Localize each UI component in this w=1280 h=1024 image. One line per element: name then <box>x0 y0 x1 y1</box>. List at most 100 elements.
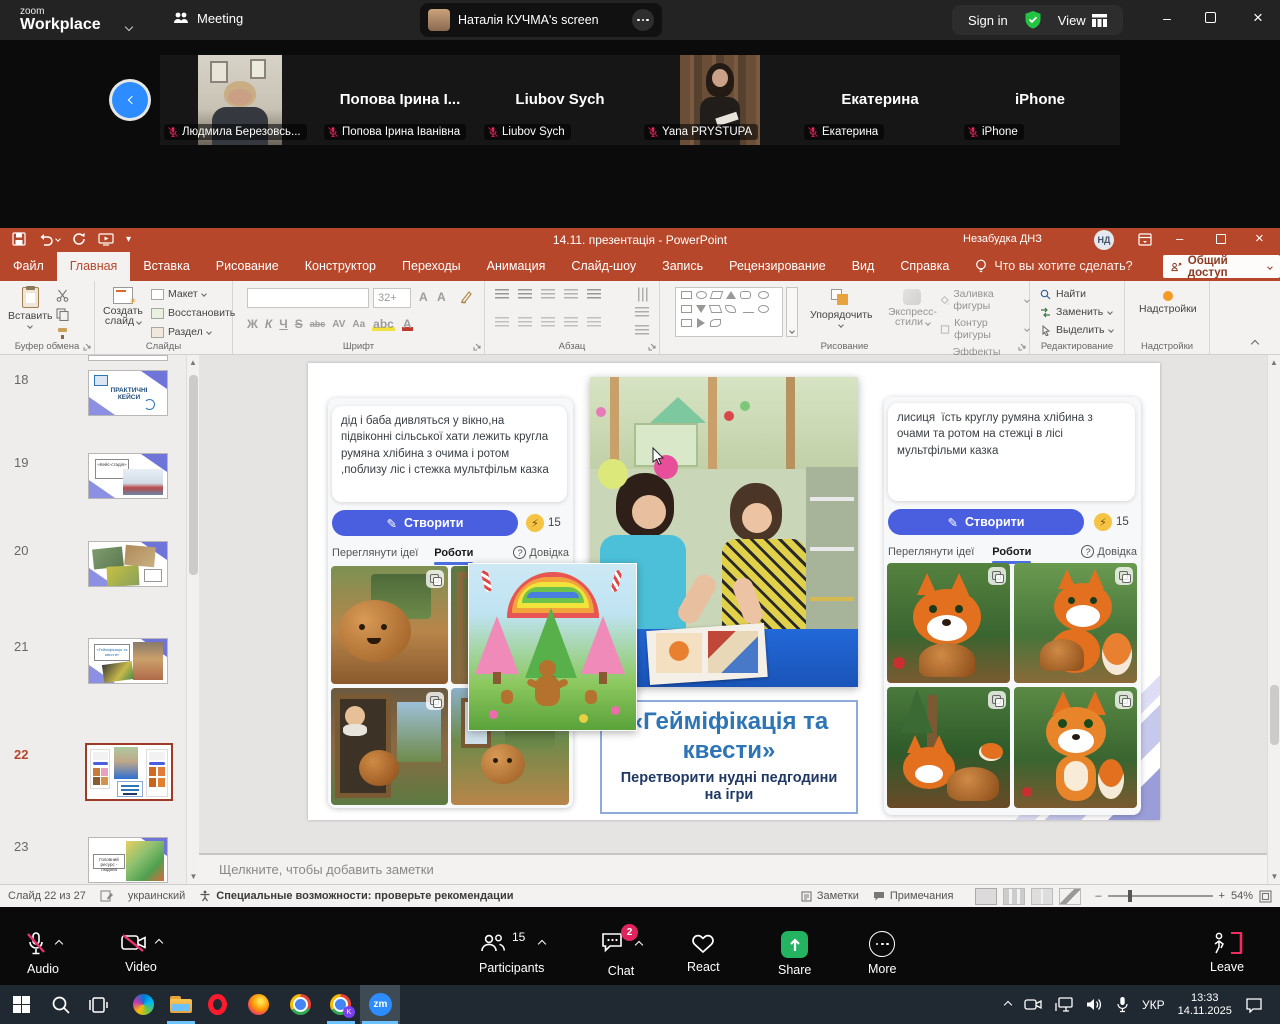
tab-meeting[interactable]: Meeting <box>172 10 243 26</box>
window-close-button[interactable]: × <box>1243 8 1273 28</box>
align-text-icon[interactable] <box>635 307 649 318</box>
slide-thumbnail-19[interactable]: «Кейс-стадія» <box>88 453 168 499</box>
scrollbar-thumb[interactable] <box>1270 685 1279 745</box>
video-tile[interactable]: Liubov Sych Liubov Sych <box>480 55 640 145</box>
layout-button[interactable]: Макет <box>151 288 206 300</box>
slide-sorter-view-button[interactable] <box>1003 888 1025 905</box>
video-tile[interactable]: Yana PRYSTUPA <box>640 55 800 145</box>
italic-button[interactable]: К <box>265 317 272 331</box>
accessibility-checker[interactable]: Специальные возможности: проверьте реком… <box>199 890 513 902</box>
slide-title-box[interactable]: «Гейміфікація та квести» Перетворити нуд… <box>600 700 858 814</box>
comments-toggle[interactable]: Примечания <box>873 890 954 902</box>
font-dialog-launcher-icon[interactable] <box>473 343 481 351</box>
right-create-button[interactable]: ✎ Створити <box>888 509 1084 535</box>
strikethrough-button[interactable]: S <box>295 317 303 331</box>
arrange-button[interactable]: Упорядочить <box>810 289 872 327</box>
shrink-font-button[interactable]: А <box>437 290 446 304</box>
slide-thumbnail-22-selected[interactable] <box>85 743 173 801</box>
select-button[interactable]: Выделить <box>1040 324 1113 336</box>
slide-canvas[interactable]: дід і баба дивляться у вікно,на підвікон… <box>308 363 1160 820</box>
react-button[interactable]: React <box>687 931 720 974</box>
generated-image-bread-path[interactable] <box>331 566 448 684</box>
tab-help[interactable]: Справка <box>887 252 962 281</box>
tab-slideshow[interactable]: Слайд-шоу <box>558 252 649 281</box>
drawing-dialog-launcher-icon[interactable] <box>1018 343 1026 351</box>
image-variations-icon[interactable] <box>988 691 1006 709</box>
slide-thumbnail-21[interactable]: «Гейміфікація та квести» <box>88 638 168 684</box>
numbering-icon[interactable] <box>518 289 532 300</box>
reading-view-button[interactable] <box>1031 888 1053 905</box>
clipboard-dialog-launcher-icon[interactable] <box>83 343 91 351</box>
chat-button[interactable]: 2 Chat <box>600 931 642 978</box>
tab-home[interactable]: Главная <box>57 252 131 281</box>
language-switcher[interactable]: УКР <box>1142 998 1165 1012</box>
generated-image-fox-bread-2[interactable] <box>1014 563 1137 683</box>
file-explorer-icon[interactable] <box>168 992 193 1017</box>
slide-thumbnail-23[interactable]: Головний ресурс - людина <box>88 837 168 883</box>
reset-button[interactable]: Восстановить <box>151 307 235 319</box>
notification-center-icon[interactable] <box>1245 997 1263 1013</box>
window-restore-button[interactable] <box>1205 12 1216 23</box>
generated-image-fox-curled[interactable] <box>887 687 1010 808</box>
align-center-icon[interactable] <box>518 317 532 328</box>
tab-works[interactable]: Роботи <box>992 546 1031 558</box>
copy-icon[interactable] <box>56 308 69 321</box>
smartart-convert-icon[interactable] <box>635 325 649 336</box>
collapse-ribbon-icon[interactable] <box>1251 340 1259 348</box>
task-view-button[interactable] <box>85 992 110 1017</box>
tell-me-box[interactable]: Что вы хотите сделать? <box>962 252 1145 281</box>
font-size-input[interactable]: 32+ <box>373 288 411 308</box>
clear-formatting-icon[interactable] <box>459 290 473 304</box>
zoom-out-button[interactable]: – <box>1095 890 1101 902</box>
tab-draw[interactable]: Рисование <box>203 252 292 281</box>
tab-animations[interactable]: Анимация <box>474 252 559 281</box>
audio-button[interactable]: Audio <box>24 931 62 976</box>
font-name-input[interactable] <box>247 288 369 308</box>
slideshow-view-button[interactable] <box>1059 888 1081 905</box>
window-minimize-button[interactable]: – <box>1152 10 1182 26</box>
tab-works[interactable]: Роботи <box>434 547 473 559</box>
tab-view[interactable]: Вид <box>839 252 888 281</box>
tab-view-ideas[interactable]: Переглянути ідеї <box>888 546 974 558</box>
zoom-app-icon[interactable]: zm <box>368 992 393 1017</box>
tab-design[interactable]: Конструктор <box>292 252 389 281</box>
notes-toggle[interactable]: Заметки <box>801 890 859 902</box>
scrollbar-down-icon[interactable]: ▼ <box>1268 872 1280 881</box>
decrease-indent-icon[interactable] <box>541 289 555 300</box>
highlight-button[interactable]: abc <box>372 317 395 331</box>
video-tile[interactable]: Попова Ірина І... Попова Ірина Іванівна <box>320 55 480 145</box>
tab-review[interactable]: Рецензирование <box>716 252 839 281</box>
slide-thumbnail-20[interactable] <box>88 541 168 587</box>
shape-fill-button[interactable]: Заливка фигуры <box>940 288 1029 312</box>
quick-styles-button[interactable]: Экспресс-стили <box>888 289 937 327</box>
image-variations-icon[interactable] <box>426 570 444 588</box>
tray-mic-icon[interactable] <box>1116 996 1129 1013</box>
image-variations-icon[interactable] <box>1115 567 1133 585</box>
video-tile[interactable]: iPhone iPhone <box>960 55 1120 145</box>
zoom-in-button[interactable]: + <box>1219 890 1225 902</box>
start-button[interactable] <box>9 992 34 1017</box>
left-create-button[interactable]: ✎ Створити <box>332 510 518 536</box>
tab-file[interactable]: Файл <box>0 252 57 281</box>
canvas-scrollbar[interactable]: ▲ ▼ <box>1267 355 1280 884</box>
shape-outline-button[interactable]: Контур фигуры <box>940 317 1029 341</box>
taskbar-search-button[interactable] <box>48 992 73 1017</box>
align-right-icon[interactable] <box>541 317 555 328</box>
notes-indicator-icon[interactable] <box>100 890 114 902</box>
align-left-icon[interactable] <box>495 317 509 328</box>
tab-shared-screen[interactable]: Наталія КУЧМА's screen <box>420 3 662 37</box>
generated-image-fox-bread-1[interactable] <box>887 563 1010 683</box>
tray-camera-icon[interactable] <box>1024 997 1042 1012</box>
zoom-percentage[interactable]: 54% <box>1231 890 1253 902</box>
change-case-button[interactable]: Aa <box>352 319 365 330</box>
generated-image-fox-standing[interactable] <box>1014 687 1137 808</box>
share-document-button[interactable]: Общий доступ <box>1163 255 1280 278</box>
image-variations-icon[interactable] <box>426 692 444 710</box>
cut-icon[interactable] <box>56 289 69 302</box>
tab-help[interactable]: ?Довідка <box>1081 545 1137 558</box>
tab-options-ellipsis-icon[interactable] <box>632 9 654 31</box>
chat-chevron-icon[interactable] <box>635 941 643 949</box>
video-options-chevron-icon[interactable] <box>155 939 163 947</box>
taskbar-clock[interactable]: 13:33 14.11.2025 <box>1178 992 1232 1018</box>
tray-expand-icon[interactable] <box>1004 1000 1012 1008</box>
